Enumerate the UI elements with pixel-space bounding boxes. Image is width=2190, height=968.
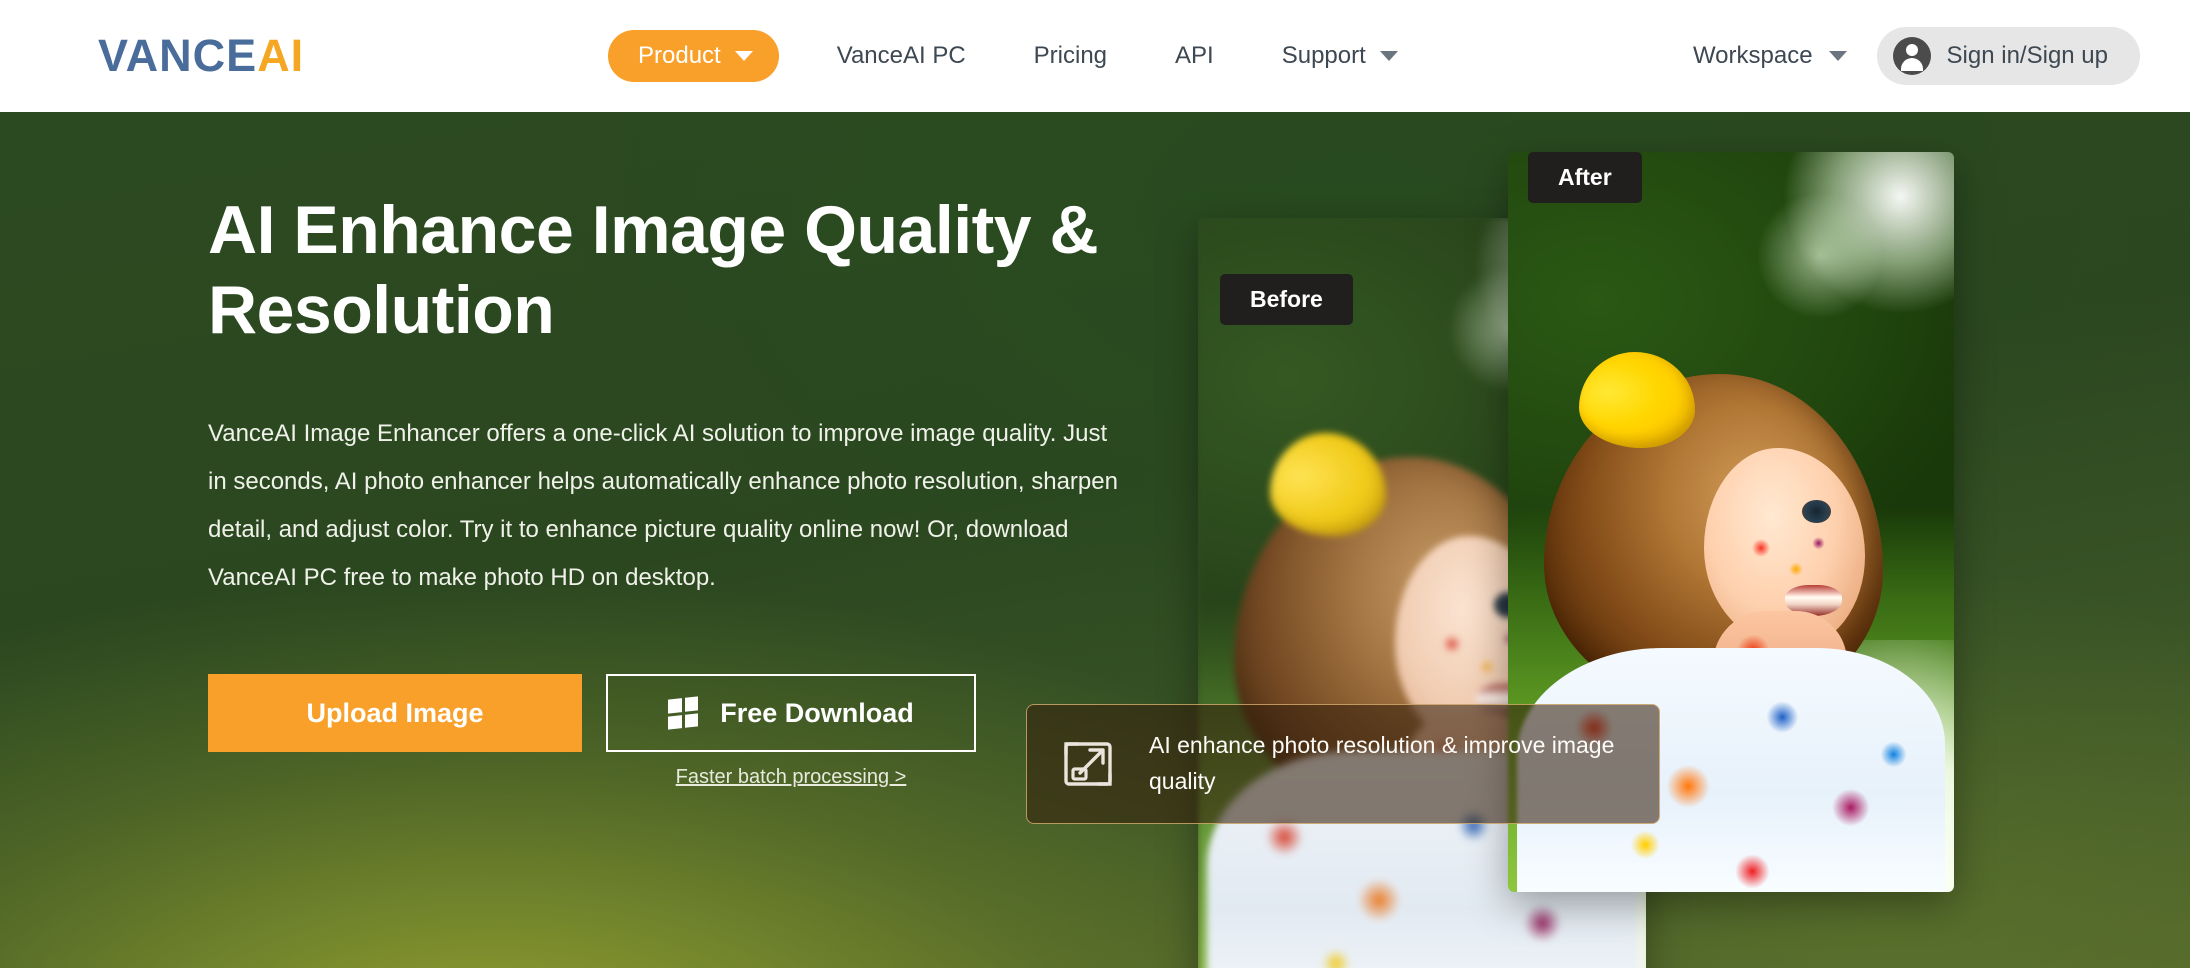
nav-item-vanceai-pc[interactable]: VanceAI PC — [803, 32, 1000, 80]
feature-caption-card[interactable]: AI enhance photo resolution & improve im… — [1026, 704, 1660, 824]
before-label-badge: Before — [1220, 274, 1353, 325]
nav-item-pricing[interactable]: Pricing — [1000, 32, 1141, 80]
chevron-down-icon — [1380, 51, 1398, 61]
sign-in-label: Sign in/Sign up — [1947, 42, 2108, 70]
site-logo[interactable]: VANCE AI — [98, 30, 304, 82]
workspace-menu[interactable]: Workspace — [1693, 42, 1877, 70]
free-download-button[interactable]: Free Download — [606, 674, 976, 752]
hero-cta-row: Upload Image Free Download Faster batch … — [208, 674, 1168, 789]
chevron-down-icon — [1829, 51, 1847, 61]
nav-label-product: Product — [638, 42, 721, 70]
download-group: Free Download Faster batch processing > — [606, 674, 976, 789]
chevron-down-icon — [735, 51, 753, 61]
nav-item-api[interactable]: API — [1141, 32, 1248, 80]
primary-nav-menu: Product VanceAI PC Pricing API Support — [608, 30, 1432, 82]
faster-batch-processing-link[interactable]: Faster batch processing > — [676, 766, 907, 789]
expand-resolution-icon — [1061, 737, 1115, 791]
upload-image-button[interactable]: Upload Image — [208, 674, 582, 752]
logo-text-ai: AI — [257, 30, 304, 82]
hero-section: AI Enhance Image Quality & Resolution Va… — [0, 112, 2190, 968]
logo-text-vance: VANCE — [98, 30, 257, 82]
sign-in-sign-up-button[interactable]: Sign in/Sign up — [1877, 27, 2140, 85]
hero-description: VanceAI Image Enhancer offers a one-clic… — [208, 410, 1123, 602]
page-title: AI Enhance Image Quality & Resolution — [208, 190, 1138, 350]
nav-item-product[interactable]: Product — [608, 30, 779, 82]
nav-item-support[interactable]: Support — [1248, 32, 1432, 80]
workspace-label: Workspace — [1693, 42, 1813, 70]
nav-label-api: API — [1175, 42, 1214, 70]
feature-caption-text: AI enhance photo resolution & improve im… — [1149, 728, 1625, 800]
nav-label-vanceai-pc: VanceAI PC — [837, 42, 966, 70]
after-label-badge: After — [1528, 152, 1642, 203]
before-after-showcase: Before After AI enhance photo resolutio — [1198, 112, 1998, 968]
free-download-label: Free Download — [720, 698, 914, 729]
nav-right-group: Workspace Sign in/Sign up — [1693, 27, 2140, 85]
top-navigation-bar: VANCE AI Product VanceAI PC Pricing API … — [0, 0, 2190, 112]
hero-content-left: AI Enhance Image Quality & Resolution Va… — [208, 112, 1168, 789]
windows-logo-icon — [668, 697, 698, 730]
user-avatar-icon — [1893, 37, 1931, 75]
nav-label-support: Support — [1282, 42, 1366, 70]
nav-label-pricing: Pricing — [1034, 42, 1107, 70]
